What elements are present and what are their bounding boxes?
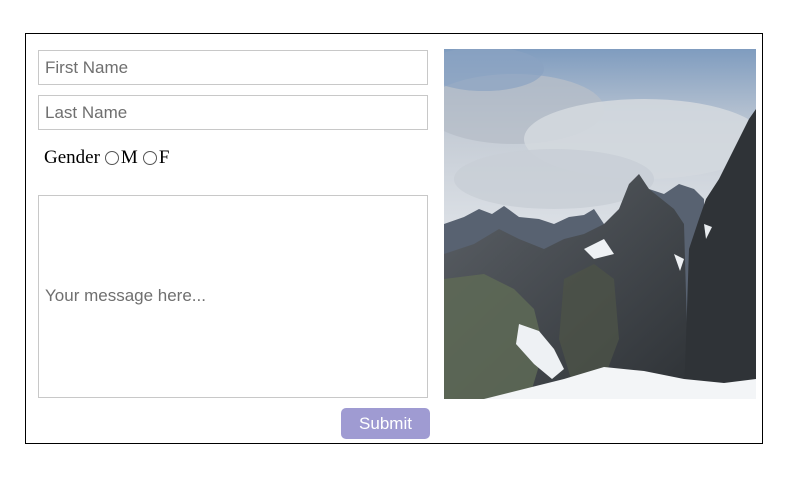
gender-f-radio[interactable]	[142, 151, 157, 165]
gender-f-label: F	[158, 147, 170, 168]
gender-label: Gender	[44, 147, 100, 168]
gender-group: Gender M F	[44, 146, 169, 170]
submit-button[interactable]: Submit	[341, 408, 430, 439]
gender-m-radio[interactable]	[104, 151, 119, 165]
contact-form-container: Gender M F Submit	[25, 33, 763, 444]
gender-m-label: M	[120, 147, 138, 168]
mountain-photo-image	[444, 49, 756, 399]
mountain-photo	[444, 49, 756, 399]
message-textarea[interactable]	[38, 195, 428, 398]
first-name-input[interactable]	[38, 50, 428, 85]
last-name-input[interactable]	[38, 95, 428, 130]
